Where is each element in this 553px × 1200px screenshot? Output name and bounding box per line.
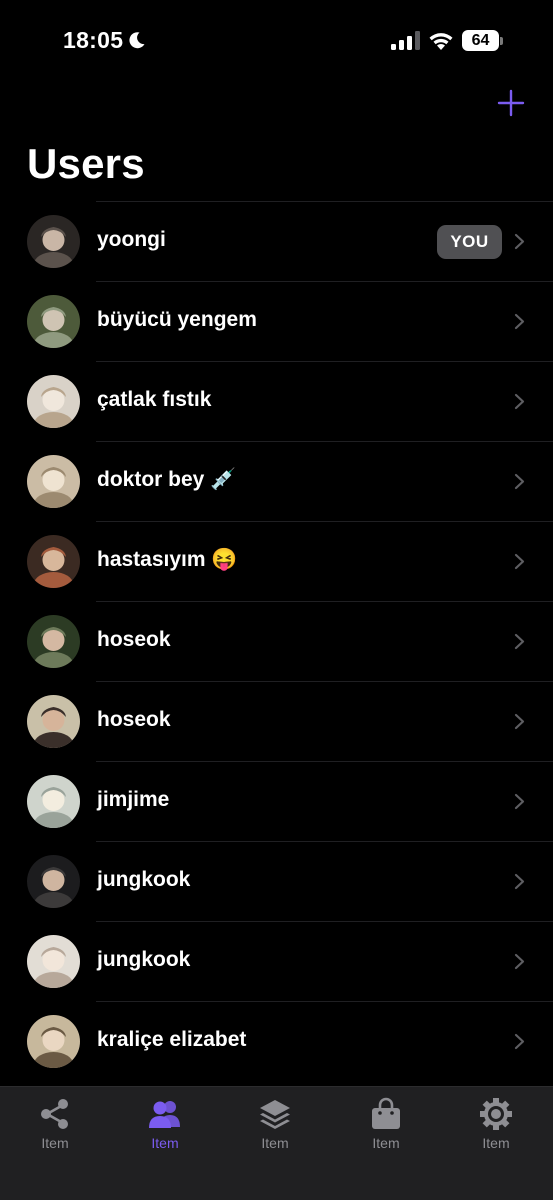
battery-level: 64 — [471, 32, 490, 49]
user-name: jungkook — [97, 868, 191, 891]
chevron-right-icon — [514, 713, 525, 730]
chevron-right-icon — [514, 953, 525, 970]
avatar — [27, 935, 80, 988]
avatar-photo — [27, 455, 80, 508]
avatar — [27, 855, 80, 908]
chevron-right-icon — [514, 553, 525, 570]
user-row[interactable]: jungkook — [0, 841, 553, 921]
avatar-photo — [27, 855, 80, 908]
tab-bar: Item Item Item Item Item — [0, 1086, 553, 1200]
user-row[interactable]: hastasıyım 😝 — [0, 521, 553, 601]
user-name: hoseok — [97, 708, 171, 731]
user-row[interactable]: hoseok — [0, 601, 553, 681]
user-row[interactable]: yoongi YOU — [0, 201, 553, 281]
chevron-right-icon — [514, 313, 525, 330]
chevron-right-icon — [514, 873, 525, 890]
status-bar: 18:05 64 — [0, 0, 553, 84]
user-name: jimjime — [97, 788, 170, 811]
user-row[interactable]: doktor bey 💉 — [0, 441, 553, 521]
user-name: doktor bey 💉 — [97, 468, 237, 491]
avatar — [27, 295, 80, 348]
layers-icon — [260, 1100, 290, 1129]
row-divider — [96, 601, 553, 602]
chevron-right-icon — [514, 393, 525, 410]
cellular-signal-icon — [391, 31, 420, 50]
user-name: büyücü yengem — [97, 308, 257, 331]
row-divider — [96, 281, 553, 282]
gear-icon — [480, 1098, 512, 1130]
user-row[interactable]: büyücü yengem — [0, 281, 553, 361]
user-name: kraliçe elizabet — [97, 1028, 247, 1051]
user-row[interactable]: hoseok — [0, 681, 553, 761]
add-user-button[interactable] — [496, 88, 526, 118]
row-divider — [96, 761, 553, 762]
avatar-photo — [27, 695, 80, 748]
battery-icon: 64 — [462, 30, 504, 52]
chevron-right-icon — [514, 793, 525, 810]
user-name: hoseok — [97, 628, 171, 651]
tab-label: Item — [41, 1135, 69, 1151]
avatar — [27, 695, 80, 748]
chevron-right-icon — [514, 233, 525, 250]
row-divider — [96, 201, 553, 202]
user-name: yoongi — [97, 228, 166, 251]
avatar-photo — [27, 295, 80, 348]
users-icon — [149, 1101, 180, 1128]
chevron-right-icon — [514, 633, 525, 650]
tab-label: Item — [372, 1135, 400, 1151]
page-title: Users — [27, 140, 145, 187]
user-row[interactable]: jimjime — [0, 761, 553, 841]
avatar — [27, 535, 80, 588]
avatar-photo — [27, 535, 80, 588]
wifi-icon — [429, 33, 453, 50]
avatar — [27, 375, 80, 428]
row-divider — [96, 921, 553, 922]
avatar-photo — [27, 775, 80, 828]
chevron-right-icon — [514, 1033, 525, 1050]
tab-label: Item — [482, 1135, 510, 1151]
avatar-photo — [27, 215, 80, 268]
tab-item[interactable]: Item — [10, 1087, 100, 1157]
avatar — [27, 1015, 80, 1068]
user-row[interactable]: jungkook — [0, 921, 553, 1001]
row-divider — [96, 441, 553, 442]
tab-item[interactable]: Item — [120, 1087, 210, 1157]
avatar — [27, 215, 80, 268]
tab-label: Item — [151, 1135, 179, 1151]
user-row[interactable]: kraliçe elizabet — [0, 1001, 553, 1081]
user-name: jungkook — [97, 948, 191, 971]
row-divider — [96, 841, 553, 842]
tab-item[interactable]: Item — [230, 1087, 320, 1157]
avatar — [27, 775, 80, 828]
share-icon — [41, 1099, 68, 1129]
avatar-photo — [27, 375, 80, 428]
avatar-photo — [27, 1015, 80, 1068]
user-list: yoongi YOU büyücü yengem çatlak fıstık dokto… — [0, 201, 553, 1081]
shopping-bag-icon — [372, 1097, 400, 1129]
status-time: 18:05 — [63, 27, 124, 53]
row-divider — [96, 681, 553, 682]
user-name: hastasıyım 😝 — [97, 548, 238, 571]
chevron-right-icon — [514, 473, 525, 490]
avatar — [27, 615, 80, 668]
battery-cap — [500, 37, 503, 45]
row-divider — [96, 1001, 553, 1002]
user-row[interactable]: çatlak fıstık — [0, 361, 553, 441]
row-divider — [96, 361, 553, 362]
tab-label: Item — [261, 1135, 289, 1151]
moon-icon — [129, 32, 145, 49]
tab-item[interactable]: Item — [341, 1087, 431, 1157]
tab-item[interactable]: Item — [451, 1087, 541, 1157]
user-name: çatlak fıstık — [97, 388, 212, 411]
avatar-photo — [27, 935, 80, 988]
you-badge: YOU — [437, 225, 502, 259]
row-divider — [96, 521, 553, 522]
avatar — [27, 455, 80, 508]
avatar-photo — [27, 615, 80, 668]
